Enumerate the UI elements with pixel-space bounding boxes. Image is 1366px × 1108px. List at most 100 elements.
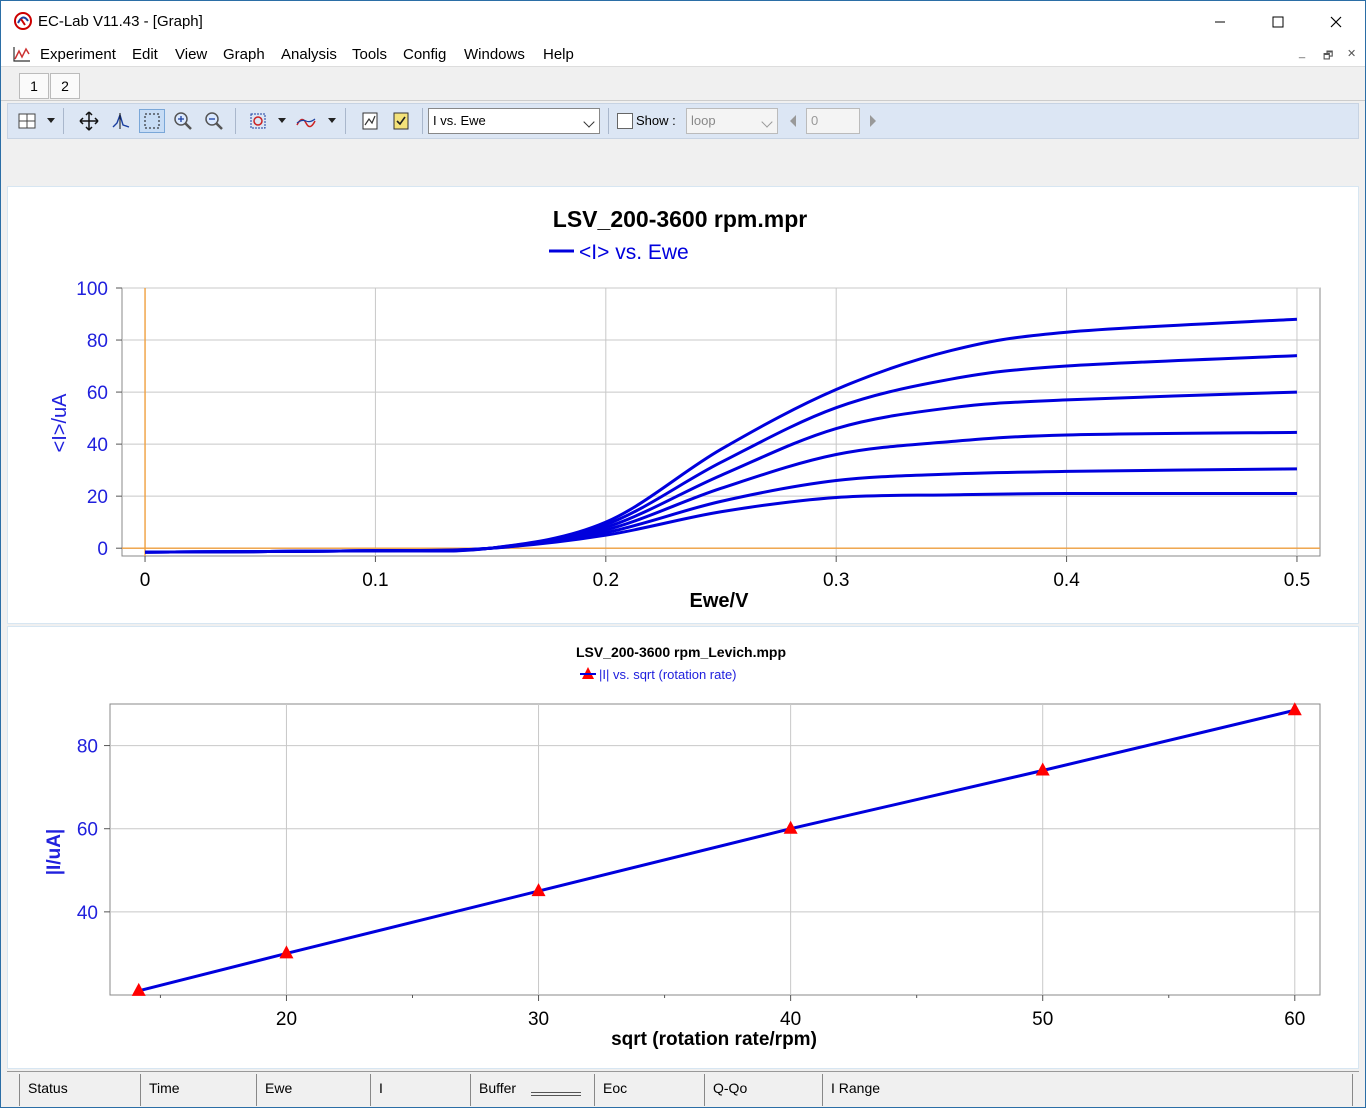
status-field-status: Status	[19, 1074, 141, 1106]
levich-graph-panel[interactable]: LSV_200-3600 rpm_Levich.mpp |I| vs. sqrt…	[7, 626, 1359, 1069]
toolbar-separator	[345, 108, 346, 134]
pan-button[interactable]	[76, 109, 102, 133]
mdi-close-button[interactable]: ✕	[1347, 47, 1356, 60]
y-tick-label: 60	[77, 820, 98, 841]
menu-windows[interactable]: Windows	[464, 46, 525, 63]
status-bar: Status Time Ewe I Buffer Eoc Q-Qo I Rang…	[7, 1071, 1359, 1107]
previous-loop-icon[interactable]	[788, 114, 798, 128]
y-tick-label: 40	[77, 903, 98, 924]
menu-edit[interactable]: Edit	[132, 46, 158, 63]
menu-analysis[interactable]: Analysis	[281, 46, 337, 63]
zoom-out-button[interactable]	[201, 109, 227, 133]
zoom-out-icon	[205, 112, 223, 130]
x-tick-label: 40	[780, 1009, 801, 1030]
status-field-eoc: Eoc	[595, 1074, 705, 1106]
chart-title: LSV_200-3600 rpm.mpr	[553, 206, 807, 232]
minimize-button[interactable]	[1191, 1, 1249, 43]
y-axis-label: |I/uA|	[44, 829, 65, 876]
x-tick-label: 30	[528, 1009, 549, 1030]
x-tick-label: 0.4	[1053, 570, 1080, 591]
show-checkbox[interactable]	[617, 113, 633, 129]
mdi-restore-button[interactable]: 🗗	[1323, 47, 1333, 66]
eclab-app-icon	[14, 12, 32, 30]
legend-label: |I| vs. sqrt (rotation rate)	[599, 667, 737, 682]
graph-type-select[interactable]: I vs. Ewe	[428, 108, 600, 134]
levich-chart[interactable]: LSV_200-3600 rpm_Levich.mpp |I| vs. sqrt…	[8, 627, 1358, 1068]
tab-bar: 1 2	[1, 69, 1365, 101]
status-field-time: Time	[141, 1074, 257, 1106]
zoom-in-icon	[174, 112, 192, 130]
auto-scale-button[interactable]	[245, 109, 271, 133]
window-title: EC-Lab V11.43 - [Graph]	[38, 13, 203, 30]
x-axis-label: Ewe/V	[690, 590, 750, 612]
zoom-in-button[interactable]	[170, 109, 196, 133]
buffer-gauge	[531, 1092, 581, 1096]
menu-view[interactable]: View	[175, 46, 207, 63]
peak-cursor-icon	[112, 112, 130, 129]
x-tick-label: 0	[140, 570, 151, 591]
mdi-minimize-button[interactable]: _	[1299, 47, 1305, 59]
y-tick-label: 100	[76, 279, 108, 300]
menu-help[interactable]: Help	[543, 46, 574, 63]
y-tick-label: 40	[87, 435, 108, 456]
chart-title: LSV_200-3600 rpm_Levich.mpp	[576, 644, 786, 660]
next-loop-icon[interactable]	[868, 114, 878, 128]
menu-experiment[interactable]: Experiment	[40, 46, 116, 63]
close-button[interactable]	[1307, 1, 1365, 43]
graph-toolbar: I vs. Ewe Show : loop 0	[7, 103, 1359, 139]
show-label: Show :	[636, 113, 676, 128]
title-bar: EC-Lab V11.43 - [Graph]	[1, 1, 1365, 43]
y-axis-label: <I>/uA	[49, 393, 71, 453]
menu-bar: Experiment Edit View Graph Analysis Tool…	[1, 43, 1365, 67]
loop-index-field[interactable]: 0	[806, 108, 860, 134]
curve-style-icon	[296, 118, 316, 128]
status-field-q-qo: Q-Qo	[705, 1074, 823, 1106]
tab-2[interactable]: 2	[50, 73, 80, 99]
grid-layout-icon	[18, 113, 36, 129]
menu-tools[interactable]: Tools	[352, 46, 387, 63]
loop-value: loop	[691, 113, 716, 128]
y-tick-label: 60	[87, 383, 108, 404]
toolbar-separator	[608, 108, 609, 134]
menu-config[interactable]: Config	[403, 46, 446, 63]
loop-index-value: 0	[811, 113, 819, 128]
graph-type-value: I vs. Ewe	[433, 113, 486, 128]
status-field-ewe: Ewe	[257, 1074, 371, 1106]
toolbar-separator	[63, 108, 64, 134]
maximize-icon	[1272, 16, 1284, 28]
layout-dropdown-arrow[interactable]	[47, 118, 55, 123]
graph-window-icon	[13, 47, 30, 62]
legend-label: <I> vs. Ewe	[579, 241, 689, 264]
status-field-i-range: I Range	[823, 1074, 1353, 1106]
select-files-button[interactable]	[388, 109, 414, 133]
menu-graph[interactable]: Graph	[223, 46, 265, 63]
y-tick-label: 0	[97, 539, 108, 560]
x-axis-label: sqrt (rotation rate/rpm)	[611, 1029, 817, 1050]
y-tick-label: 80	[87, 331, 108, 352]
x-tick-label: 0.3	[823, 570, 849, 591]
auto-scale-icon	[250, 113, 266, 129]
x-tick-label: 0.5	[1284, 570, 1310, 591]
x-tick-label: 50	[1032, 1009, 1053, 1030]
chevron-down-icon	[761, 116, 773, 128]
toolbar-spacer	[7, 141, 1359, 185]
layout-button[interactable]	[14, 109, 40, 133]
app-window: EC-Lab V11.43 - [Graph] Experiment Edit …	[0, 0, 1366, 1108]
maximize-button[interactable]	[1249, 1, 1307, 43]
y-tick-label: 80	[77, 737, 98, 758]
curve-style-dropdown-arrow[interactable]	[328, 118, 336, 123]
lsv-chart[interactable]: LSV_200-3600 rpm.mpr <I> vs. Ewe 0 0.1 0.2…	[8, 187, 1358, 623]
curve-style-button[interactable]	[293, 109, 319, 133]
x-tick-label: 0.2	[593, 570, 619, 591]
status-field-buffer: Buffer	[471, 1074, 595, 1106]
lsv-graph-panel[interactable]: LSV_200-3600 rpm.mpr <I> vs. Ewe 0 0.1 0.2…	[7, 186, 1359, 624]
cursor-button[interactable]	[108, 109, 134, 133]
tab-1[interactable]: 1	[19, 73, 49, 99]
x-tick-label: 60	[1284, 1009, 1305, 1030]
checklist-icon	[393, 112, 409, 130]
auto-scale-dropdown-arrow[interactable]	[278, 118, 286, 123]
loop-select[interactable]: loop	[686, 108, 778, 134]
zoom-box-button[interactable]	[139, 109, 165, 133]
graph-properties-button[interactable]	[357, 109, 383, 133]
minimize-icon	[1215, 21, 1225, 23]
